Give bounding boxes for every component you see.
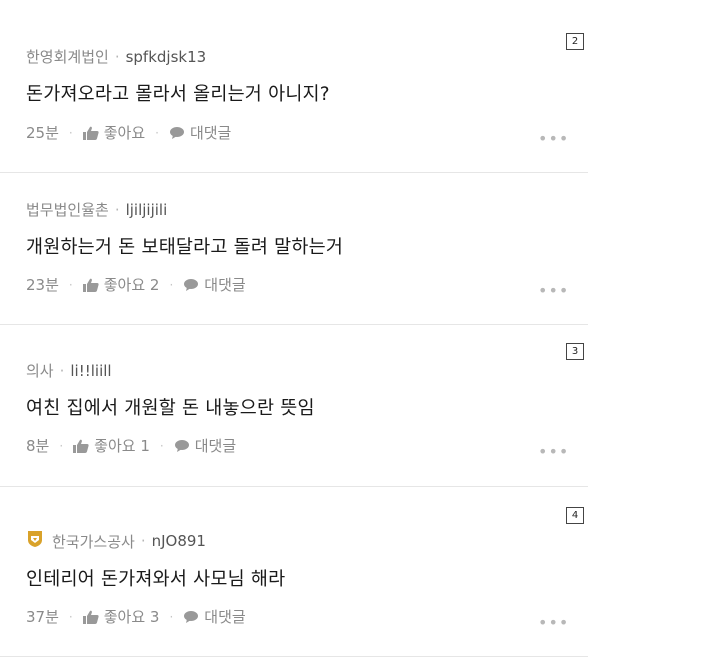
more-options-button[interactable]: ••• [538, 281, 569, 300]
comment-time: 37분 [26, 608, 59, 626]
page-badge: 3 [566, 343, 584, 360]
speech-bubble-icon [183, 278, 199, 292]
reply-button[interactable]: 대댓글 [174, 435, 236, 456]
reply-label: 대댓글 [204, 276, 246, 294]
like-button[interactable]: 좋아요 1 [73, 435, 150, 456]
meta-separator: · [114, 200, 120, 219]
comment-meta: 한국가스공사 · nJO891 [26, 530, 206, 552]
username[interactable]: nJO891 [152, 532, 206, 550]
comment-actions: 23분 · 좋아요 2 · 대댓글 [26, 274, 246, 295]
comment-time: 25분 [26, 124, 59, 142]
company-name[interactable]: 의사 [26, 360, 54, 381]
like-button[interactable]: 좋아요 2 [82, 274, 160, 295]
action-separator: · [59, 438, 64, 453]
thumbs-up-icon [73, 439, 89, 453]
comment-meta: 한영회계법인 · spfkdjsk13 [26, 46, 206, 67]
thumbs-up-icon [82, 278, 99, 292]
comment-text: 인테리어 돈가져와서 사모님 해라 [26, 569, 286, 590]
comment-text: 돈가져오라고 몰라서 올리는거 아니지? [26, 84, 330, 105]
username[interactable]: spfkdjsk13 [126, 48, 207, 66]
divider [0, 486, 588, 487]
username[interactable]: ljiljijili [126, 201, 168, 219]
divider [0, 172, 588, 173]
reply-button[interactable]: 대댓글 [183, 606, 246, 627]
reply-button[interactable]: 대댓글 [169, 122, 231, 143]
comment-meta: 법무법인율촌 · ljiljijili [26, 199, 167, 220]
reply-label: 대댓글 [189, 124, 232, 142]
verified-badge-icon [26, 530, 44, 552]
action-separator: · [159, 438, 164, 453]
action-separator: · [169, 609, 174, 624]
thumbs-up-icon [82, 126, 99, 140]
company-name[interactable]: 법무법인율촌 [26, 199, 109, 220]
meta-separator: · [114, 47, 120, 66]
speech-bubble-icon [169, 126, 185, 140]
divider [0, 324, 588, 325]
page-badge: 2 [566, 33, 584, 50]
reply-label: 대댓글 [204, 608, 246, 626]
comment-time: 23분 [26, 276, 59, 294]
comment-actions: 37분 · 좋아요 3 · 대댓글 [26, 606, 246, 627]
company-name[interactable]: 한국가스공사 [52, 531, 135, 552]
action-separator: · [155, 125, 159, 140]
action-separator: · [68, 277, 73, 292]
comment-text: 여친 집에서 개원할 돈 내놓으란 뜻임 [26, 398, 315, 419]
like-label: 좋아요 3 [103, 608, 160, 626]
comment-time: 8분 [26, 437, 50, 455]
like-label: 좋아요 1 [94, 437, 150, 455]
more-options-button[interactable]: ••• [538, 129, 569, 148]
username[interactable]: li!!liill [70, 362, 111, 380]
action-separator: · [68, 125, 73, 140]
meta-separator: · [140, 532, 146, 550]
comment-text: 개원하는거 돈 보태달라고 돌려 말하는거 [26, 237, 344, 258]
action-separator: · [169, 277, 174, 292]
company-name[interactable]: 한영회계법인 [26, 46, 109, 67]
divider [0, 656, 588, 657]
like-label: 좋아요 2 [103, 276, 160, 294]
like-button[interactable]: 좋아요 [82, 122, 146, 143]
like-button[interactable]: 좋아요 3 [82, 606, 160, 627]
comment-meta: 의사 · li!!liill [26, 360, 112, 381]
page-badge: 4 [566, 507, 584, 524]
speech-bubble-icon [174, 439, 190, 453]
speech-bubble-icon [183, 610, 199, 624]
meta-separator: · [59, 361, 65, 380]
more-options-button[interactable]: ••• [538, 613, 569, 632]
more-options-button[interactable]: ••• [538, 442, 569, 461]
comment-actions: 25분 · 좋아요 · 대댓글 [26, 122, 231, 143]
comment-actions: 8분 · 좋아요 1 · 대댓글 [26, 435, 236, 456]
reply-button[interactable]: 대댓글 [183, 274, 246, 295]
reply-label: 대댓글 [194, 437, 237, 455]
like-label: 좋아요 [103, 124, 146, 142]
thumbs-up-icon [82, 610, 99, 624]
action-separator: · [68, 609, 73, 624]
